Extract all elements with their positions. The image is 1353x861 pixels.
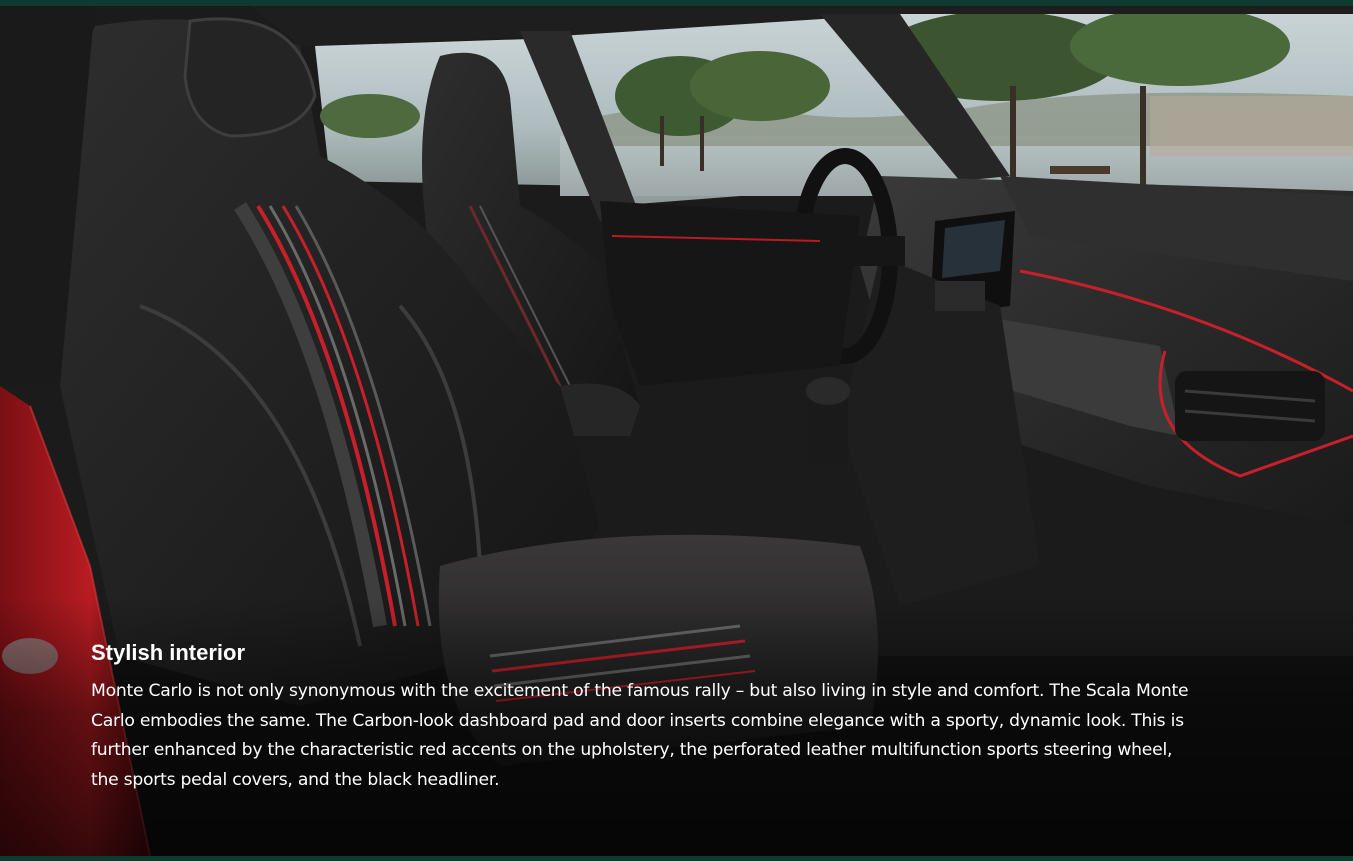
caption-body: Monte Carlo is not only synonymous with … (91, 681, 1189, 790)
caption: Stylish interior Monte Carlo is not only… (91, 639, 1191, 795)
hero-frame: Stylish interior Monte Carlo is not only… (0, 0, 1353, 861)
caption-title: Stylish interior (91, 640, 246, 665)
